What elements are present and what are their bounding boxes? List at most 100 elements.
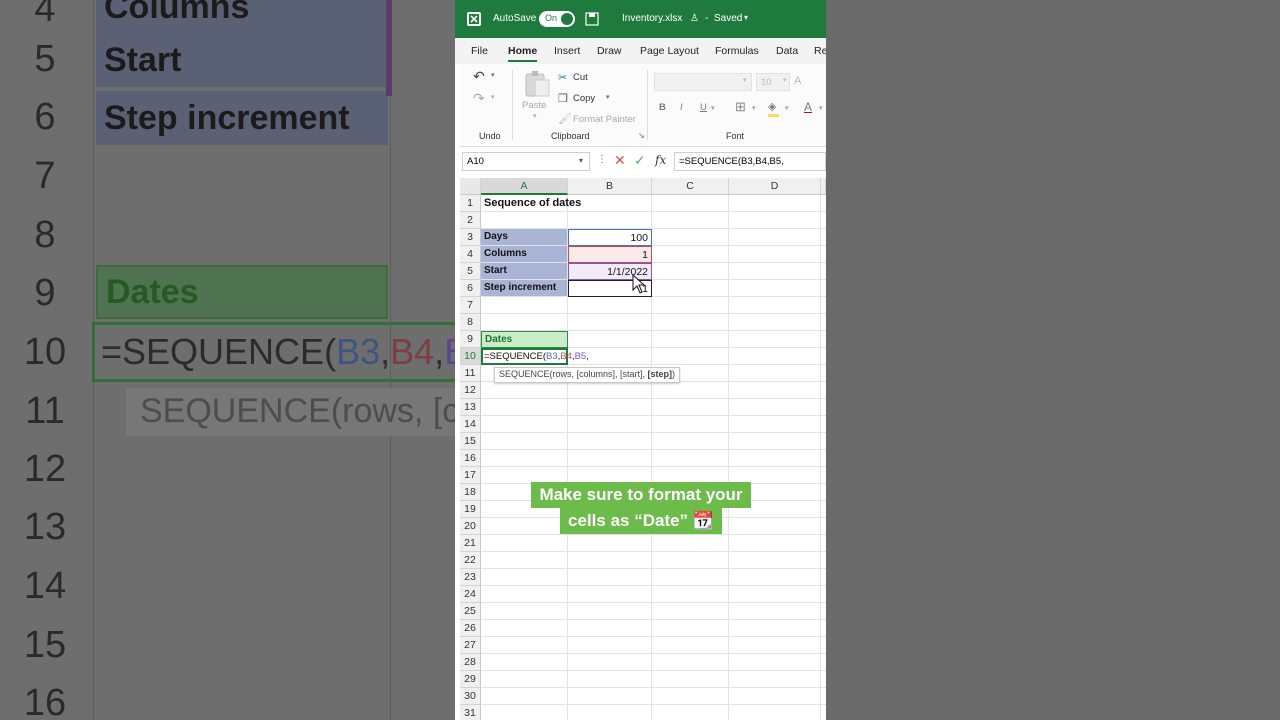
grid-cell[interactable] xyxy=(568,552,652,569)
cell-b3-days-value[interactable]: 100 xyxy=(568,229,652,246)
row-header-17[interactable]: 17 xyxy=(460,467,481,484)
cell-b4-columns-value[interactable]: 1 xyxy=(568,246,652,263)
row-header-10[interactable]: 10 xyxy=(460,348,481,365)
grid-cell[interactable] xyxy=(568,586,652,603)
select-all-corner[interactable] xyxy=(460,178,481,195)
grid-cell[interactable] xyxy=(481,433,568,450)
font-name-select[interactable] xyxy=(654,73,752,91)
redo-icon[interactable]: ↷ xyxy=(473,90,485,107)
chevron-down-icon[interactable]: ▾ xyxy=(606,93,610,101)
grid-cell[interactable] xyxy=(481,416,568,433)
tab-file[interactable]: File xyxy=(471,45,488,57)
tab-data[interactable]: Data xyxy=(776,45,798,57)
font-color-icon[interactable]: A xyxy=(804,100,812,114)
grid-cell[interactable] xyxy=(821,416,826,433)
grid-cell[interactable] xyxy=(481,688,568,705)
grid-cell[interactable] xyxy=(652,280,729,297)
grid-cell[interactable] xyxy=(568,297,652,314)
cut-button[interactable]: Cut xyxy=(573,72,588,83)
insert-function-button[interactable]: fx xyxy=(655,153,666,167)
paste-button[interactable]: Paste xyxy=(522,100,546,111)
column-header-b[interactable]: B xyxy=(568,178,652,195)
chevron-down-icon[interactable]: ▾ xyxy=(785,104,789,112)
grid-cell[interactable] xyxy=(652,314,729,331)
grid-cell[interactable] xyxy=(821,535,826,552)
row-header-29[interactable]: 29 xyxy=(460,671,481,688)
grid-cell[interactable] xyxy=(568,569,652,586)
row-header-5[interactable]: 5 xyxy=(460,263,481,280)
grid-cell[interactable] xyxy=(568,433,652,450)
grid-cell[interactable] xyxy=(481,552,568,569)
grid-cell[interactable] xyxy=(652,637,729,654)
chevron-down-icon[interactable]: ▾ xyxy=(579,156,583,165)
grid-cell[interactable] xyxy=(568,450,652,467)
chevron-down-icon[interactable]: ▾ xyxy=(752,104,756,112)
cell-a10-active[interactable]: =SEQUENCE(B3,B4,B5, xyxy=(481,348,589,365)
column-header-e[interactable] xyxy=(821,178,826,195)
grid-cell[interactable] xyxy=(821,365,826,382)
row-header-26[interactable]: 26 xyxy=(460,620,481,637)
row-header-25[interactable]: 25 xyxy=(460,603,481,620)
grid-cell[interactable] xyxy=(481,671,568,688)
grid-cell[interactable] xyxy=(652,382,729,399)
grid-cell[interactable] xyxy=(652,246,729,263)
row-header-3[interactable]: 3 xyxy=(460,229,481,246)
bold-button[interactable]: B xyxy=(659,102,666,113)
cell-a3-days-label[interactable]: Days xyxy=(481,229,568,246)
grid-cell[interactable] xyxy=(652,331,729,348)
cell-a5-start-label[interactable]: Start xyxy=(481,263,568,280)
grid-cell[interactable] xyxy=(729,705,821,720)
grid-cell[interactable] xyxy=(729,620,821,637)
row-header-18[interactable]: 18 xyxy=(460,484,481,501)
cell-a4-columns-label[interactable]: Columns xyxy=(481,246,568,263)
row-header-8[interactable]: 8 xyxy=(460,314,481,331)
grid-cell[interactable] xyxy=(481,569,568,586)
grid-cell[interactable] xyxy=(652,654,729,671)
grid-cell[interactable] xyxy=(729,212,821,229)
grid-cell[interactable] xyxy=(481,637,568,654)
grid-cell[interactable] xyxy=(729,433,821,450)
row-header-24[interactable]: 24 xyxy=(460,586,481,603)
grid-cell[interactable] xyxy=(652,450,729,467)
grid-cell[interactable] xyxy=(568,416,652,433)
italic-button[interactable]: I xyxy=(680,102,683,113)
row-header-12[interactable]: 12 xyxy=(460,382,481,399)
grid-cell[interactable] xyxy=(821,654,826,671)
row-header-2[interactable]: 2 xyxy=(460,212,481,229)
grid-cell[interactable] xyxy=(652,535,729,552)
autosave-toggle[interactable]: On xyxy=(539,11,575,27)
grid-cell[interactable] xyxy=(729,416,821,433)
grid-cell[interactable] xyxy=(729,229,821,246)
row-header-19[interactable]: 19 xyxy=(460,501,481,518)
grid-cell[interactable] xyxy=(481,399,568,416)
grid-cell[interactable] xyxy=(652,688,729,705)
grid-cell[interactable] xyxy=(821,246,826,263)
save-icon[interactable] xyxy=(585,12,599,26)
tab-insert[interactable]: Insert xyxy=(554,45,580,57)
grid-cell[interactable] xyxy=(821,688,826,705)
grid-cell[interactable] xyxy=(821,671,826,688)
grid-cell[interactable] xyxy=(729,569,821,586)
grid-cell[interactable] xyxy=(821,501,826,518)
formula-input[interactable]: =SEQUENCE(B3,B4,B5, xyxy=(674,152,826,171)
grid-cell[interactable] xyxy=(652,263,729,280)
grid-cell[interactable] xyxy=(821,586,826,603)
tab-page-layout[interactable]: Page Layout xyxy=(640,45,699,57)
grid-cell[interactable] xyxy=(652,705,729,720)
cell-a1-title[interactable]: Sequence of dates xyxy=(481,195,651,212)
chevron-down-icon[interactable]: ▾ xyxy=(819,104,823,112)
grid-cell[interactable] xyxy=(821,297,826,314)
chevron-down-icon[interactable]: ▾ xyxy=(491,93,495,101)
row-header-11[interactable]: 11 xyxy=(460,365,481,382)
grid-cell[interactable] xyxy=(821,399,826,416)
grid-cell[interactable] xyxy=(568,535,652,552)
grid-cell[interactable] xyxy=(481,620,568,637)
grid-cell[interactable] xyxy=(568,705,652,720)
dialog-launcher-icon[interactable]: ↘ xyxy=(638,131,645,140)
grid-cell[interactable] xyxy=(568,637,652,654)
paste-icon[interactable] xyxy=(522,70,552,98)
chevron-down-icon[interactable]: ▾ xyxy=(711,104,715,112)
grid-cell[interactable] xyxy=(821,450,826,467)
grid-cell[interactable] xyxy=(821,382,826,399)
chevron-down-icon[interactable]: ▾ xyxy=(743,76,747,84)
